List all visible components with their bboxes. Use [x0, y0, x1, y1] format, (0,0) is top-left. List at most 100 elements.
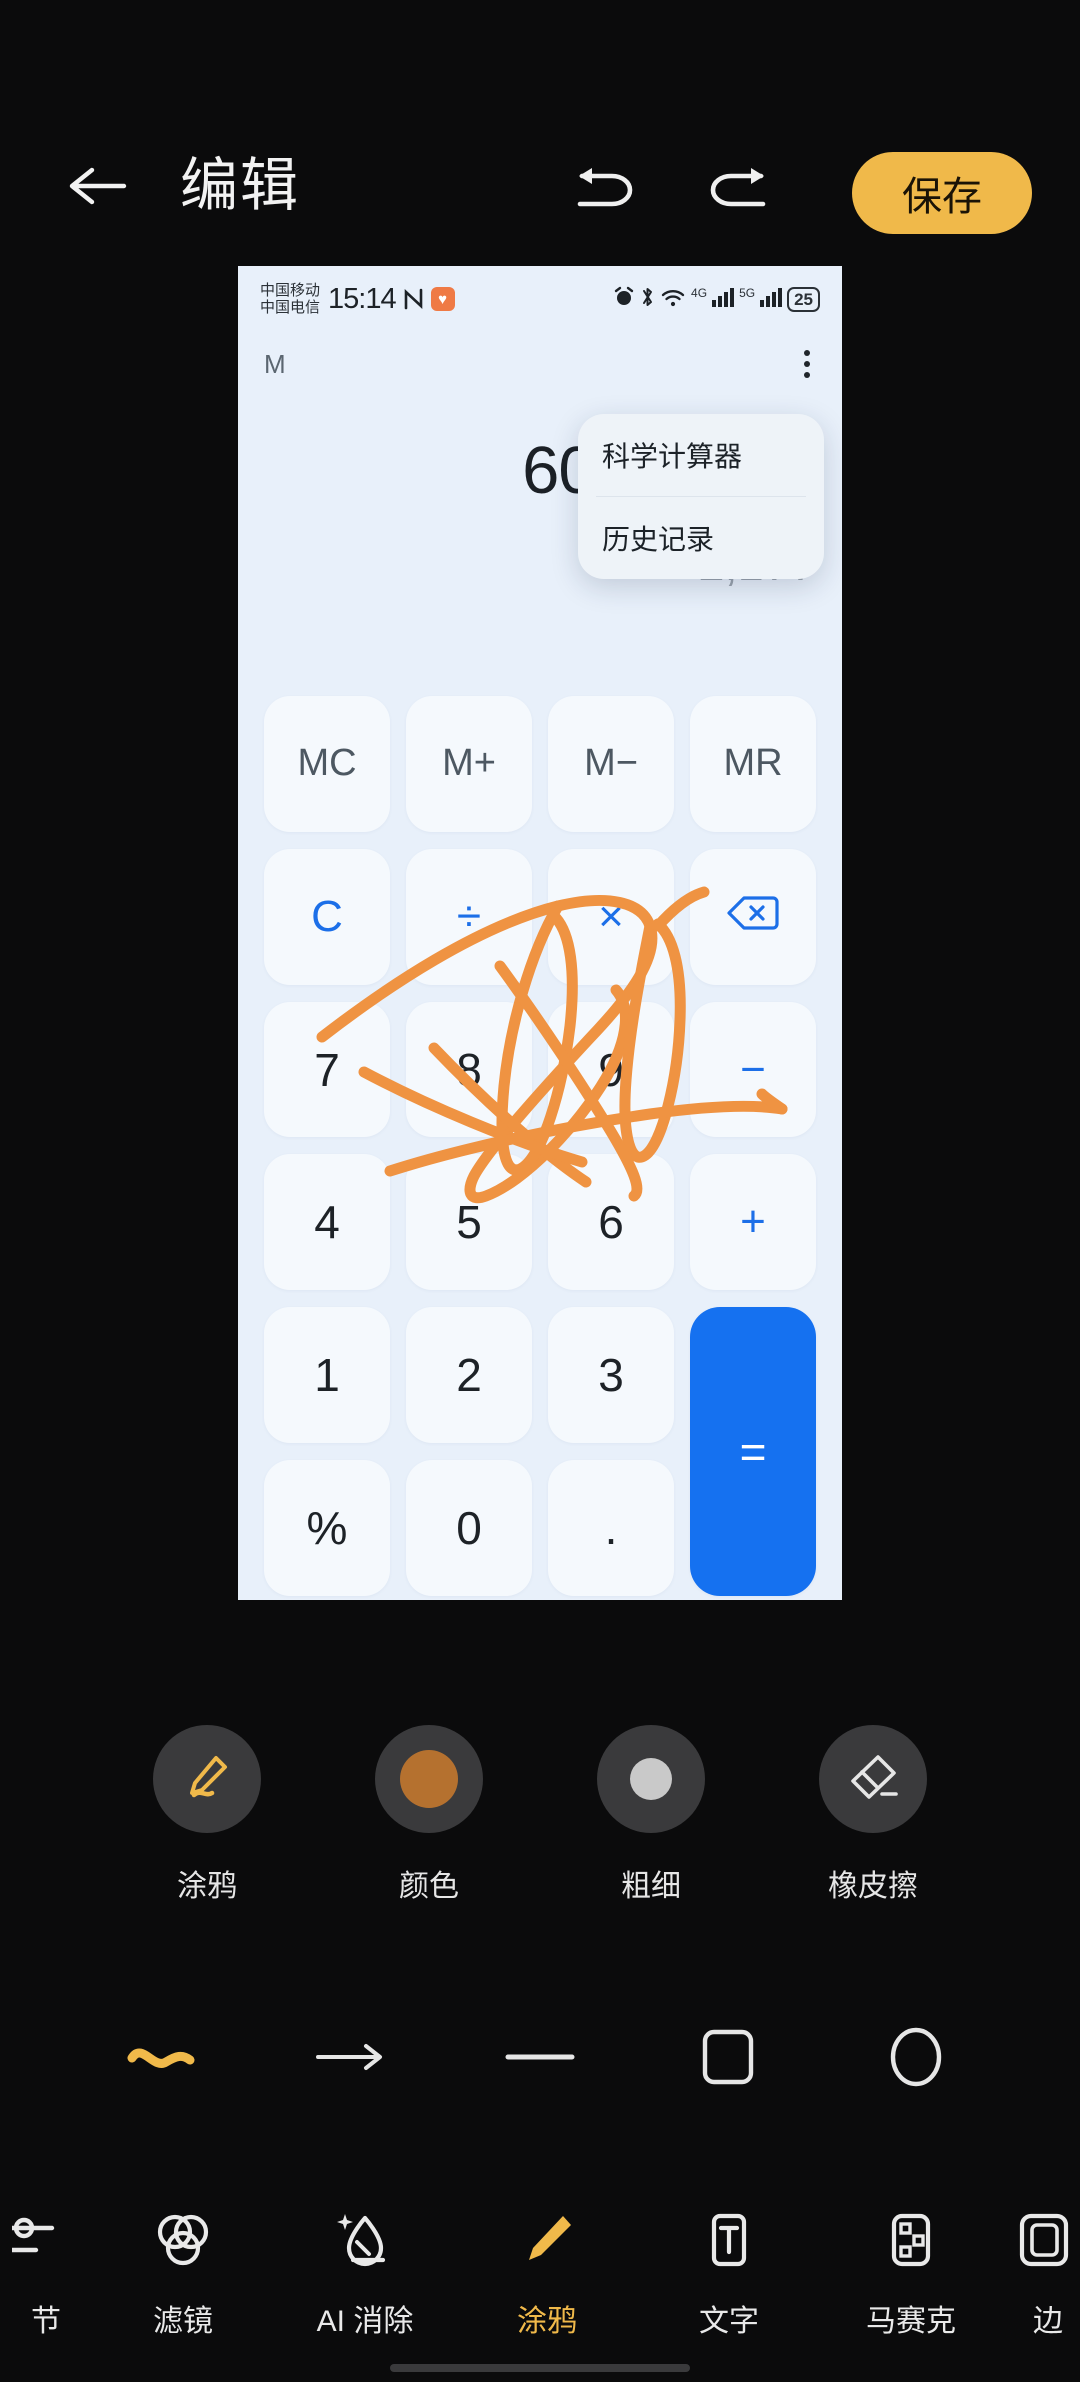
thickness-dot-icon	[630, 1758, 672, 1800]
network-1-label: 4G	[691, 286, 708, 300]
key-6[interactable]: 6	[548, 1154, 674, 1291]
nav-doodle[interactable]: 涂鸦	[456, 2198, 638, 2340]
shape-tool-row	[0, 2015, 1080, 2103]
border-icon	[1014, 2198, 1080, 2284]
nav-filter[interactable]: 滤镜	[92, 2198, 274, 2340]
save-button[interactable]: 保存	[852, 152, 1032, 234]
key-equals[interactable]: =	[690, 1307, 816, 1596]
nav-border-label: 边	[1033, 2305, 1063, 2338]
tool-eraser-label: 橡皮擦	[828, 1870, 918, 1903]
tool-doodle[interactable]: 涂鸦	[127, 1725, 287, 1905]
key-1[interactable]: 1	[264, 1307, 390, 1444]
bluetooth-icon	[640, 286, 655, 313]
key-2[interactable]: 2	[406, 1307, 532, 1444]
overflow-menu[interactable]: 科学计算器 历史记录	[578, 414, 824, 579]
kebab-menu-icon[interactable]	[798, 344, 816, 384]
undo-icon	[570, 168, 638, 226]
key-mr[interactable]: MR	[690, 696, 816, 832]
menu-item-scientific[interactable]: 科学计算器	[578, 414, 824, 496]
carrier-line-1: 中国移动	[260, 282, 321, 299]
shape-rectangle[interactable]	[684, 2015, 772, 2103]
key-7[interactable]: 7	[264, 1001, 390, 1138]
key-3[interactable]: 3	[548, 1307, 674, 1444]
tool-doodle-label: 涂鸦	[177, 1870, 237, 1903]
status-indicators: 4G 5G 25	[613, 286, 820, 313]
image-canvas[interactable]: 中国移动 中国电信 15:14 ♥ 4G 5G 25 M 科学计算器 历史记录 …	[238, 266, 842, 1600]
color-swatch-icon	[400, 1750, 458, 1808]
wifi-icon	[660, 286, 686, 313]
carrier-labels: 中国移动 中国电信	[260, 282, 320, 316]
arrow-left-icon	[66, 162, 128, 215]
key-4[interactable]: 4	[264, 1154, 390, 1291]
squiggle-icon	[126, 2036, 202, 2083]
calculator-keypad: MC M+ M− MR C ÷ × 7 8 9 − 4 5 6 + 1 2 3 …	[238, 696, 842, 1596]
key-multiply[interactable]: ×	[548, 848, 674, 985]
shape-line[interactable]	[496, 2015, 584, 2103]
doodle-tool-row: 涂鸦 颜色 粗细 橡皮擦	[0, 1725, 1080, 1905]
key-8[interactable]: 8	[406, 1001, 532, 1138]
key-5[interactable]: 5	[406, 1154, 532, 1291]
key-9[interactable]: 9	[548, 1001, 674, 1138]
rectangle-icon	[697, 2026, 759, 2093]
tool-eraser[interactable]: 橡皮擦	[793, 1725, 953, 1905]
editor-toolbar: 编辑 保存	[0, 0, 1080, 270]
tool-color[interactable]: 颜色	[349, 1725, 509, 1905]
nav-ai-erase[interactable]: AI 消除	[274, 2198, 456, 2340]
status-clock: 15:14	[328, 282, 397, 315]
redo-button[interactable]	[705, 160, 773, 222]
carrier-line-2: 中国电信	[260, 299, 321, 316]
key-decimal[interactable]: .	[548, 1460, 674, 1596]
back-button[interactable]	[62, 160, 132, 216]
shape-arrow[interactable]	[308, 2015, 396, 2103]
shape-ellipse[interactable]	[872, 2015, 960, 2103]
eraser-icon	[844, 1748, 902, 1811]
bottom-navigation: 节 滤镜 AI 消除 涂鸦 文字 马赛克 边	[0, 2172, 1080, 2382]
key-percent[interactable]: %	[264, 1460, 390, 1596]
tool-thickness[interactable]: 粗细	[571, 1725, 731, 1905]
app-notification-icon: ♥	[430, 287, 455, 311]
alarm-icon	[613, 286, 635, 313]
key-mc[interactable]: MC	[264, 696, 390, 832]
tool-color-circle	[375, 1725, 483, 1833]
tool-thickness-label: 粗细	[621, 1870, 681, 1903]
line-icon	[502, 2049, 578, 2070]
nav-doodle-label: 涂鸦	[517, 2305, 577, 2338]
signal-bars-2-icon	[760, 287, 783, 312]
mosaic-icon	[877, 2198, 945, 2284]
adjust-icon	[12, 2198, 80, 2284]
key-m-plus[interactable]: M+	[406, 696, 532, 832]
nav-adjust-label: 节	[31, 2305, 61, 2338]
pen-icon	[178, 1748, 236, 1811]
calculator-header: M	[238, 332, 842, 396]
redo-icon	[705, 168, 773, 226]
menu-item-history[interactable]: 历史记录	[578, 497, 824, 579]
nav-mosaic[interactable]: 马赛克	[820, 2198, 1002, 2340]
filter-icon	[149, 2198, 217, 2284]
key-m-minus[interactable]: M−	[548, 696, 674, 832]
key-clear[interactable]: C	[264, 848, 390, 985]
key-divide[interactable]: ÷	[406, 848, 532, 985]
ai-erase-icon	[331, 2198, 399, 2284]
network-2-label: 5G	[739, 286, 756, 300]
tool-color-label: 颜色	[399, 1870, 459, 1903]
page-title: 编辑	[180, 153, 301, 218]
tool-doodle-circle	[153, 1725, 261, 1833]
shape-squiggle[interactable]	[120, 2015, 208, 2103]
battery-indicator: 25	[787, 286, 820, 312]
key-plus[interactable]: +	[690, 1154, 816, 1291]
memory-indicator: M	[264, 348, 286, 379]
save-button-label: 保存	[902, 175, 982, 219]
undo-button[interactable]	[570, 160, 638, 222]
key-0[interactable]: 0	[406, 1460, 532, 1596]
nav-filter-label: 滤镜	[153, 2305, 213, 2338]
doodle-brush-icon	[513, 2198, 581, 2284]
nav-mosaic-label: 马赛克	[866, 2305, 956, 2338]
nav-text[interactable]: 文字	[638, 2198, 820, 2340]
nav-adjust[interactable]: 节	[0, 2198, 92, 2340]
nfc-icon	[403, 287, 424, 311]
key-minus[interactable]: −	[690, 1001, 816, 1138]
arrow-icon	[314, 2040, 390, 2079]
key-backspace[interactable]	[690, 848, 816, 985]
text-icon	[695, 2198, 763, 2284]
nav-border[interactable]: 边	[1002, 2198, 1080, 2340]
